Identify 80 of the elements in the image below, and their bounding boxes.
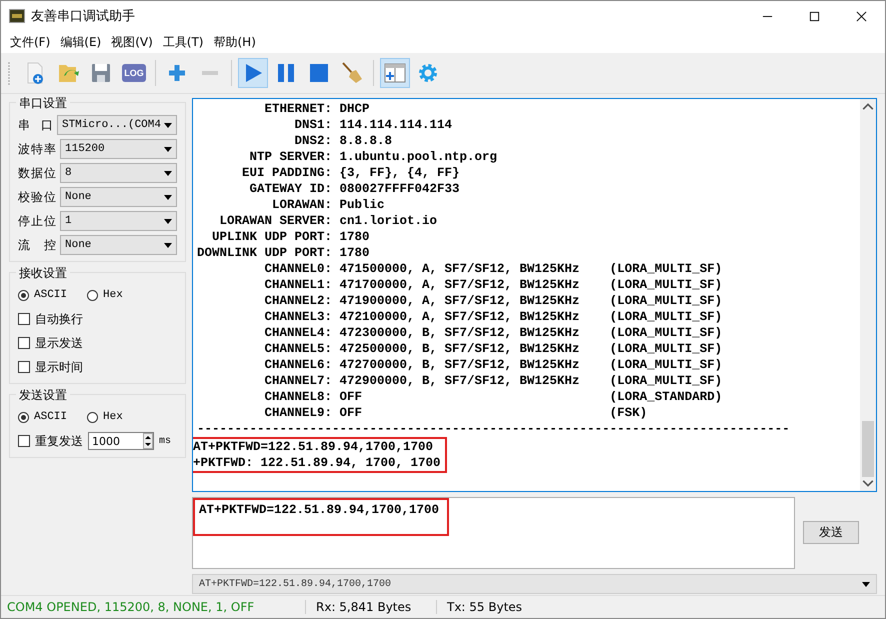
dropdown[interactable]: None <box>60 187 177 207</box>
log-button[interactable]: LOG <box>119 58 149 88</box>
input-text: AT+PKTFWD=122.51.89.94,1700,1700 <box>199 503 440 517</box>
log-line: AT+PKTFWD=122.51.89.94,1700,1700 <box>193 439 434 455</box>
checkbox[interactable]: 自动换行 <box>18 309 177 329</box>
log-line: LORAWAN SERVER: cn1.loriot.io <box>218 213 438 229</box>
group-title: 接收设置 <box>16 265 70 282</box>
history-dropdown[interactable]: AT+PKTFWD=122.51.89.94,1700,1700 <box>192 574 877 594</box>
log-line: DNS2: 8.8.8.8 <box>294 133 394 149</box>
caret-icon <box>164 170 172 176</box>
field-label: 流 控 <box>18 236 56 254</box>
log-line: DNS1: 114.114.114.114 <box>294 117 454 133</box>
log-line: CHANNEL1: 471700000, A, SF7/SF12, BW125KHz (LORA_MULTI_SF) <box>264 277 724 293</box>
field-label: 数据位 <box>18 164 56 182</box>
dropdown[interactable]: None <box>60 235 177 255</box>
send-button[interactable]: 发送 <box>803 521 859 544</box>
log-line: CHANNEL5: 472500000, B, SF7/SF12, BW125KHz (LORA_MULTI_SF) <box>264 341 724 357</box>
log-line: GATEWAY ID: 080027FFFF042F33 <box>248 181 461 197</box>
checkbox[interactable]: 重复发送 <box>18 431 83 451</box>
menu-item[interactable]: 帮助(H) <box>208 34 261 50</box>
log-line: CHANNEL6: 472700000, B, SF7/SF12, BW125KHz (LORA_MULTI_SF) <box>264 357 724 373</box>
dropdown[interactable]: 1 <box>60 211 177 231</box>
dropdown[interactable]: 115200 <box>60 139 177 159</box>
menu-item[interactable]: 编辑(E) <box>55 34 106 50</box>
field-label: 校验位 <box>18 188 56 206</box>
caret-icon <box>164 242 172 248</box>
log-line: LORAWAN: Public <box>271 197 386 213</box>
broom-icon <box>340 61 364 85</box>
layout-button[interactable] <box>380 58 410 88</box>
menu-item[interactable]: 文件(F) <box>5 34 56 50</box>
log-line: ETHERNET: DHCP <box>264 101 371 117</box>
caret-icon <box>164 194 172 200</box>
log-line: DOWNLINK UDP PORT: 1780 <box>197 245 371 261</box>
toolbar-grip-icon <box>7 61 11 85</box>
settings-icon <box>416 61 440 85</box>
caret-icon <box>164 122 172 128</box>
dropdown[interactable]: 8 <box>60 163 177 183</box>
radio-button[interactable]: ASCII <box>18 285 68 305</box>
interval-spinbox[interactable]: 1000 <box>88 432 154 450</box>
log-line: CHANNEL9: OFF (FSK) <box>264 405 648 421</box>
log-line: CHANNEL0: 471500000, A, SF7/SF12, BW125KHz (LORA_MULTI_SF) <box>264 261 724 277</box>
app-icon <box>9 8 25 24</box>
log-line: EUI PADDING: {3, FF}, {4, FF} <box>241 165 461 181</box>
log-line: CHANNEL2: 471900000, A, SF7/SF12, BW125KHz (LORA_MULTI_SF) <box>264 293 724 309</box>
minus-icon <box>202 71 218 75</box>
log-line: CHANNEL4: 472300000, B, SF7/SF12, BW125KHz (LORA_MULTI_SF) <box>264 325 724 341</box>
play-button[interactable] <box>238 58 268 88</box>
radio-button[interactable]: ASCII <box>18 407 68 427</box>
radio-button[interactable]: Hex <box>87 285 123 305</box>
tx-count: Tx: 55 Bytes <box>436 600 532 614</box>
menu-item[interactable]: 视图(V) <box>106 34 158 50</box>
dropdown[interactable]: STMicro...(COM4 <box>56 115 177 135</box>
log-line: ------------------------------------------------------------------------------- <box>197 421 791 437</box>
menu-item[interactable]: 工具(T) <box>158 34 208 50</box>
caret-icon <box>862 582 870 586</box>
log-line: +PKTFWD: 122.51.89.94, 1700, 1700 <box>193 455 441 471</box>
log-line: CHANNEL8: OFF (LORA_STANDARD) <box>264 389 724 405</box>
log-line: CHANNEL3: 472100000, A, SF7/SF12, BW125KHz (LORA_MULTI_SF) <box>264 309 724 325</box>
log-line: UPLINK UDP PORT: 1780 <box>211 229 371 245</box>
radio-button[interactable]: Hex <box>87 407 123 427</box>
connection-status: COM4 OPENED, 115200, 8, NONE, 1, OFF <box>6 600 256 614</box>
window-title: 友善串口调试助手 <box>31 8 135 25</box>
stop-icon <box>307 61 331 85</box>
field-label: 停止位 <box>18 212 56 230</box>
scroll-thumb[interactable] <box>862 421 874 477</box>
unit-label: ms <box>159 436 172 446</box>
scrollbar[interactable] <box>860 99 876 491</box>
send-input[interactable]: AT+PKTFWD=122.51.89.94,1700,1700 <box>192 497 795 569</box>
log-line: CHANNEL7: 472900000, B, SF7/SF12, BW125KHz (LORA_MULTI_SF) <box>264 373 724 389</box>
checkbox[interactable]: 显示时间 <box>18 357 177 377</box>
checkbox[interactable]: 显示发送 <box>18 333 177 353</box>
caret-icon <box>164 218 172 224</box>
log-line: NTP SERVER: 1.ubuntu.pool.ntp.org <box>248 149 498 165</box>
field-label: 波特率 <box>18 140 56 158</box>
save-icon <box>89 61 113 85</box>
field-label: 串 口 <box>18 116 53 134</box>
spin-arrows-icon[interactable] <box>143 433 153 449</box>
rx-count: Rx: 5,841 Bytes <box>305 600 436 614</box>
window-layout-icon <box>383 61 407 85</box>
caret-icon <box>164 146 172 152</box>
